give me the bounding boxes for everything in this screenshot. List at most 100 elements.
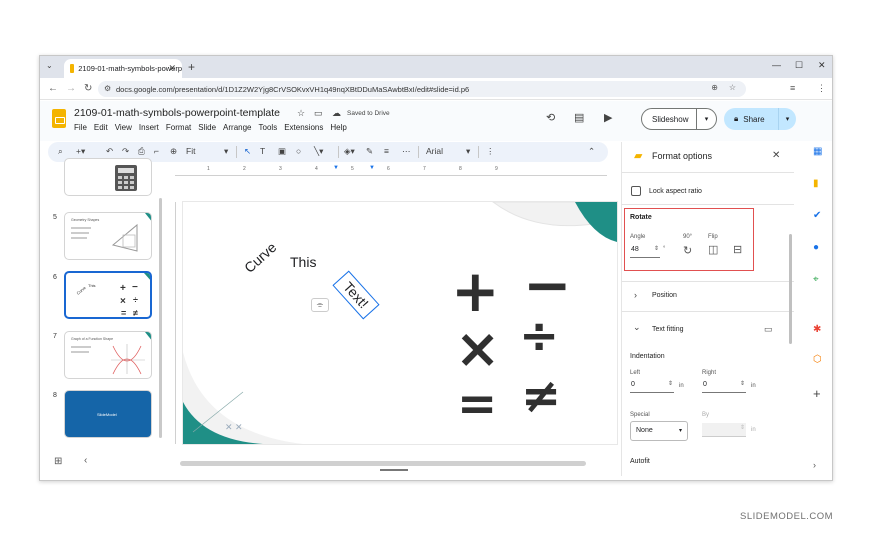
bookmark-star-icon[interactable]: ☆ — [729, 83, 736, 92]
calendar-icon[interactable]: ▦ — [813, 146, 822, 157]
left-stepper-icon[interactable]: ⇕ — [668, 380, 673, 387]
insert-image-icon[interactable]: ▣ — [278, 146, 286, 157]
right-indent-input[interactable]: 0 ⇕ — [702, 379, 746, 393]
plus-symbol[interactable]: + — [451, 262, 500, 320]
slide-thumb-4[interactable] — [64, 158, 152, 196]
menu-arrange[interactable]: Arrange — [223, 123, 251, 132]
border-dash-icon[interactable]: ⋯ — [402, 146, 411, 157]
menu-file[interactable]: File — [74, 123, 87, 132]
site-info-icon[interactable]: ⚙ — [104, 84, 111, 93]
slideshow-dropdown-icon[interactable]: ▾ — [696, 109, 716, 129]
slide-thumb-8[interactable]: SlideModel — [64, 390, 152, 438]
maps-icon[interactable]: ⌖ — [813, 274, 819, 285]
zoom-select[interactable]: Fit — [186, 146, 195, 156]
font-dropdown-icon[interactable]: ▾ — [466, 146, 470, 157]
flip-horizontal-icon[interactable]: ◫ — [708, 243, 718, 256]
contacts-icon[interactable]: ● — [813, 242, 819, 253]
shape-icon[interactable]: ○ — [296, 146, 301, 156]
minimize-icon[interactable]: — — [772, 60, 781, 70]
slide-thumb-7[interactable]: Graph of a Function Shape — [64, 331, 152, 379]
slide-thumb-5[interactable]: Geometry Shapes — [64, 212, 152, 260]
zoom-icon[interactable]: ⊕ — [170, 146, 177, 157]
print-icon[interactable]: ⎙ — [138, 146, 145, 157]
slide-thumb-6-selected[interactable]: Curve This + − × ÷ = ≠ — [64, 271, 152, 319]
paint-format-icon[interactable]: ⌐ — [154, 146, 159, 156]
add-addon-icon[interactable]: + — [813, 386, 821, 401]
menu-edit[interactable]: Edit — [94, 123, 108, 132]
angle-input[interactable]: 48 ⇕ — [630, 244, 660, 258]
zoom-icon[interactable]: ⊕ — [711, 83, 718, 92]
font-select[interactable]: Arial — [426, 146, 443, 156]
keep-icon[interactable]: ▮ — [813, 178, 819, 189]
back-icon[interactable]: ← — [48, 83, 58, 94]
star-icon[interactable]: ☆ — [297, 108, 305, 119]
left-indent-input[interactable]: 0 ⇕ — [630, 379, 674, 393]
close-panel-icon[interactable]: ✕ — [772, 150, 780, 161]
grid-view-icon[interactable]: ⊞ — [54, 456, 62, 467]
close-window-icon[interactable]: ✕ — [818, 60, 826, 71]
quick-action-icon[interactable]: ⌯ — [311, 298, 329, 312]
tab-search-icon[interactable]: ⌄ — [46, 61, 53, 70]
move-folder-icon[interactable]: ▭ — [314, 108, 323, 119]
tasks-icon[interactable]: ✔ — [813, 210, 821, 221]
undo-icon[interactable]: ↶ — [106, 146, 113, 157]
rotate-90-icon[interactable]: ↻ — [683, 244, 692, 257]
text-fitting-section-title[interactable]: Text fitting — [652, 326, 684, 333]
menu-slide[interactable]: Slide — [198, 123, 216, 132]
equals-symbol[interactable]: = — [457, 380, 497, 428]
maximize-icon[interactable]: ☐ — [795, 60, 803, 71]
menu-extensions[interactable]: Extensions — [284, 123, 323, 132]
browser-menu-icon[interactable]: ⋮ — [817, 83, 826, 94]
redo-icon[interactable]: ↷ — [122, 146, 129, 157]
reload-icon[interactable]: ↻ — [84, 83, 92, 94]
divide-symbol[interactable]: ÷ — [519, 312, 559, 360]
panel-scrollbar[interactable] — [789, 234, 792, 344]
menu-view[interactable]: View — [115, 123, 132, 132]
collapse-toolbar-icon[interactable]: ⌃ — [588, 146, 595, 157]
text-fitting-info-icon[interactable]: ▭ — [764, 324, 773, 335]
canvas-horizontal-scrollbar[interactable] — [180, 461, 586, 466]
text-fitting-collapse-icon[interactable]: ⌄ — [633, 322, 641, 333]
browser-tab[interactable]: 2109-01-math-symbols-powerp ✕ — [64, 59, 182, 78]
speaker-notes-handle[interactable] — [380, 469, 408, 471]
more-options-icon[interactable]: ⋮ — [486, 146, 495, 157]
special-select[interactable]: None ▾ — [630, 421, 688, 441]
angle-stepper-icon[interactable]: ⇕ — [654, 245, 659, 252]
flip-vertical-icon[interactable]: ⊟ — [733, 243, 742, 256]
menu-format[interactable]: Format — [166, 123, 191, 132]
asterisk-addon-icon[interactable]: ✱ — [813, 324, 821, 335]
close-tab-icon[interactable]: ✕ — [168, 63, 176, 74]
indent-marker-icon[interactable]: ▼ — [333, 165, 339, 171]
border-weight-icon[interactable]: ≡ — [384, 146, 389, 156]
slide-canvas[interactable]: ✕ ✕ Curve This Text! ⌯ + − × ÷ = ≠ — [183, 202, 617, 444]
slides-logo-icon[interactable] — [52, 109, 66, 128]
right-stepper-icon[interactable]: ⇕ — [740, 380, 745, 387]
collapse-filmstrip-icon[interactable]: ‹ — [84, 455, 87, 466]
document-title[interactable]: 2109-01-math-symbols-powerpoint-template — [74, 107, 280, 119]
slideshow-button[interactable]: Slideshow ▾ — [641, 108, 717, 130]
addon-hex-icon[interactable]: ⬡ — [813, 354, 822, 365]
minus-symbol[interactable]: − — [523, 256, 572, 314]
filmstrip-scrollbar[interactable] — [159, 198, 162, 438]
select-cursor-icon[interactable]: ↖ — [244, 146, 251, 157]
expand-side-panel-icon[interactable]: › — [813, 460, 816, 470]
lock-aspect-checkbox[interactable] — [631, 186, 641, 196]
line-icon[interactable]: ╲▾ — [314, 146, 323, 157]
search-menus-icon[interactable]: ⌕ — [58, 146, 63, 157]
menu-insert[interactable]: Insert — [139, 123, 159, 132]
position-expand-icon[interactable]: › — [634, 290, 637, 300]
menu-tools[interactable]: Tools — [259, 123, 278, 132]
zoom-dropdown-icon[interactable]: ▾ — [224, 146, 228, 157]
new-slide-icon[interactable]: +▾ — [76, 146, 85, 157]
share-dropdown-icon[interactable]: ▾ — [778, 108, 796, 130]
url-field[interactable]: ⚙ docs.google.com/presentation/d/1D1Z2W2… — [98, 81, 746, 97]
meet-camera-icon[interactable]: ▶ — [604, 111, 612, 124]
times-symbol[interactable]: × — [455, 322, 500, 376]
notequal-symbol[interactable]: ≠ — [521, 372, 561, 420]
fill-color-icon[interactable]: ◈▾ — [344, 146, 355, 157]
this-text[interactable]: This — [290, 254, 316, 270]
forward-icon[interactable]: → — [66, 83, 76, 94]
position-section-title[interactable]: Position — [652, 292, 677, 299]
comments-icon[interactable]: ▤ — [574, 111, 584, 124]
version-history-icon[interactable]: ⟲ — [546, 111, 555, 124]
